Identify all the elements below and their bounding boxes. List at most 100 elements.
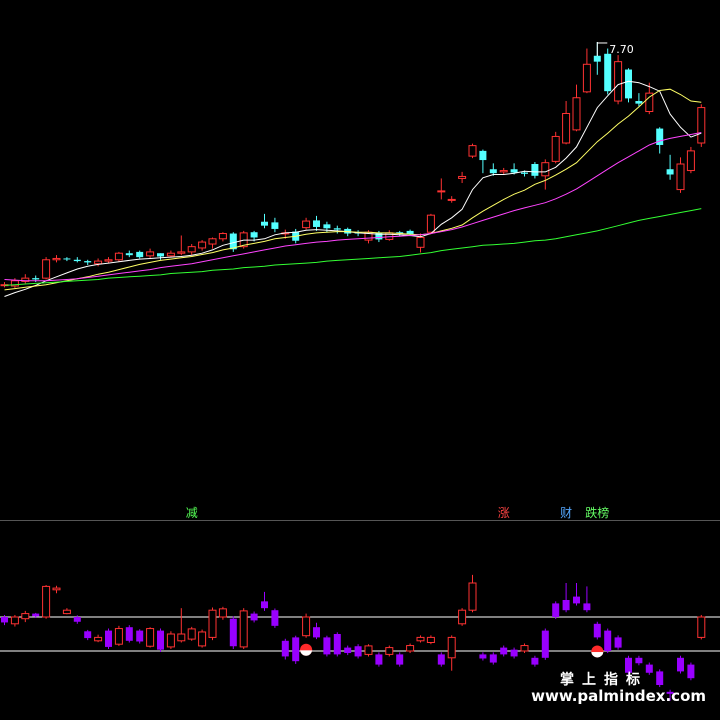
price-candle-down xyxy=(333,228,341,230)
price-panel: 7.70 xyxy=(0,41,706,297)
indicator-candle-down xyxy=(635,657,643,664)
indicator-candle-up xyxy=(177,633,186,642)
indicator-candle-up xyxy=(239,610,248,648)
indicator-candle-down xyxy=(323,637,331,655)
high-price-label: 7.70 xyxy=(609,43,634,56)
indicator-candle-up xyxy=(416,636,425,642)
indicator-candle-down xyxy=(250,613,258,621)
indicator-candle-down xyxy=(229,618,237,647)
price-candle-up xyxy=(166,252,175,257)
price-candle-down xyxy=(593,55,601,62)
indicator-candle-down xyxy=(489,654,497,663)
indicator-candle-up xyxy=(146,628,155,647)
indicator-candle-up xyxy=(166,633,175,648)
price-candle-up xyxy=(208,238,217,245)
price-candle-up xyxy=(697,107,706,144)
price-candle-down xyxy=(136,251,144,258)
price-candle-down xyxy=(625,69,632,99)
price-candle-up xyxy=(104,259,113,262)
indicator-candle-up xyxy=(364,645,373,655)
price-candle-up xyxy=(458,175,467,179)
indicator-candle-down xyxy=(396,654,404,665)
price-candle-up xyxy=(42,259,51,279)
price-candle-down xyxy=(73,259,81,262)
indicator-candle-down xyxy=(32,613,40,617)
price-candle-up xyxy=(551,135,560,162)
price-candle-down xyxy=(250,232,258,238)
indicator-candle-down xyxy=(479,654,487,659)
indicator-candle-up xyxy=(52,587,61,591)
signal-ball-marker xyxy=(300,643,313,656)
price-candles xyxy=(0,41,706,288)
price-candle-up xyxy=(572,97,581,131)
indicator-candle-down xyxy=(333,634,341,655)
indicator-candle-down xyxy=(292,637,300,662)
indicator-candle-up xyxy=(62,609,71,615)
price-candle-down xyxy=(157,253,164,257)
price-candle-up xyxy=(437,190,446,193)
indicator-candle-down xyxy=(1,617,8,623)
moving-average-lines xyxy=(4,80,702,297)
price-candle-up xyxy=(582,63,591,93)
signal-ball-half xyxy=(591,651,604,658)
price-candle-down xyxy=(261,221,268,226)
price-candle-down xyxy=(666,169,674,175)
indicator-candle-up xyxy=(198,631,207,647)
price-candle-up xyxy=(426,214,435,233)
indicator-candle-up xyxy=(520,645,529,652)
price-candle-up xyxy=(187,246,196,253)
indicator-candle-down xyxy=(344,647,352,654)
indicator-candle-up xyxy=(385,647,394,655)
indicator-candle-up xyxy=(42,585,51,618)
indicator-candle-down xyxy=(562,600,570,611)
indicator-candle-up xyxy=(302,616,311,637)
price-candle-down xyxy=(604,53,612,92)
indicator-candle-up xyxy=(94,636,103,642)
indicator-candle-up xyxy=(447,636,456,659)
indicator-candle-up xyxy=(187,628,196,640)
price-candle-down xyxy=(489,169,497,174)
price-candle-up xyxy=(52,257,61,261)
indicator-candle-down xyxy=(593,623,601,638)
signal-ball-marker xyxy=(591,645,604,658)
indicator-candle-down xyxy=(157,630,164,650)
indicator-candle-up xyxy=(468,582,477,611)
price-candle-up xyxy=(198,241,207,249)
indicator-candle-down xyxy=(656,671,664,685)
price-candle-up xyxy=(302,220,311,229)
indicator-candle-down xyxy=(531,657,539,665)
price-candle-down xyxy=(323,224,331,229)
price-candle-up xyxy=(468,145,477,157)
price-candle-up xyxy=(94,260,103,265)
indicator-candle-up xyxy=(426,636,435,644)
price-candle-down xyxy=(63,258,71,260)
price-candle-down xyxy=(656,128,664,145)
price-candle-up xyxy=(562,112,571,144)
indicator-candle-down xyxy=(375,654,383,665)
price-candle-down xyxy=(313,220,320,227)
indicator-candle-down xyxy=(500,647,508,655)
indicator-candle-up xyxy=(10,616,19,625)
indicator-candle-down xyxy=(313,627,320,638)
indicator-candle-down xyxy=(573,596,580,604)
price-candle-down xyxy=(84,261,92,263)
indicator-candle-up xyxy=(21,613,30,620)
price-candle-down xyxy=(479,150,487,161)
indicator-candle-down xyxy=(677,657,684,672)
indicator-candle-up xyxy=(697,616,706,638)
indicator-candle-up xyxy=(208,609,217,638)
indicator-candle-down xyxy=(73,617,81,622)
indicator-candle-down xyxy=(687,664,695,679)
ma-line xyxy=(4,132,702,282)
indicator-candle-down xyxy=(271,610,279,626)
price-candle-down xyxy=(32,278,40,280)
price-candle-down xyxy=(521,172,528,174)
indicator-candle-down xyxy=(510,649,518,657)
indicator-candle-down xyxy=(437,654,445,665)
price-candle-up xyxy=(676,163,685,191)
indicator-candle-down xyxy=(552,603,560,617)
indicator-candle-down xyxy=(136,630,144,642)
indicator-candle-up xyxy=(458,609,467,625)
stock-chart: 7.70 减 涨 财跌榜 xyxy=(0,41,720,701)
signal-labels: 减 涨 财跌榜 xyxy=(186,505,610,520)
